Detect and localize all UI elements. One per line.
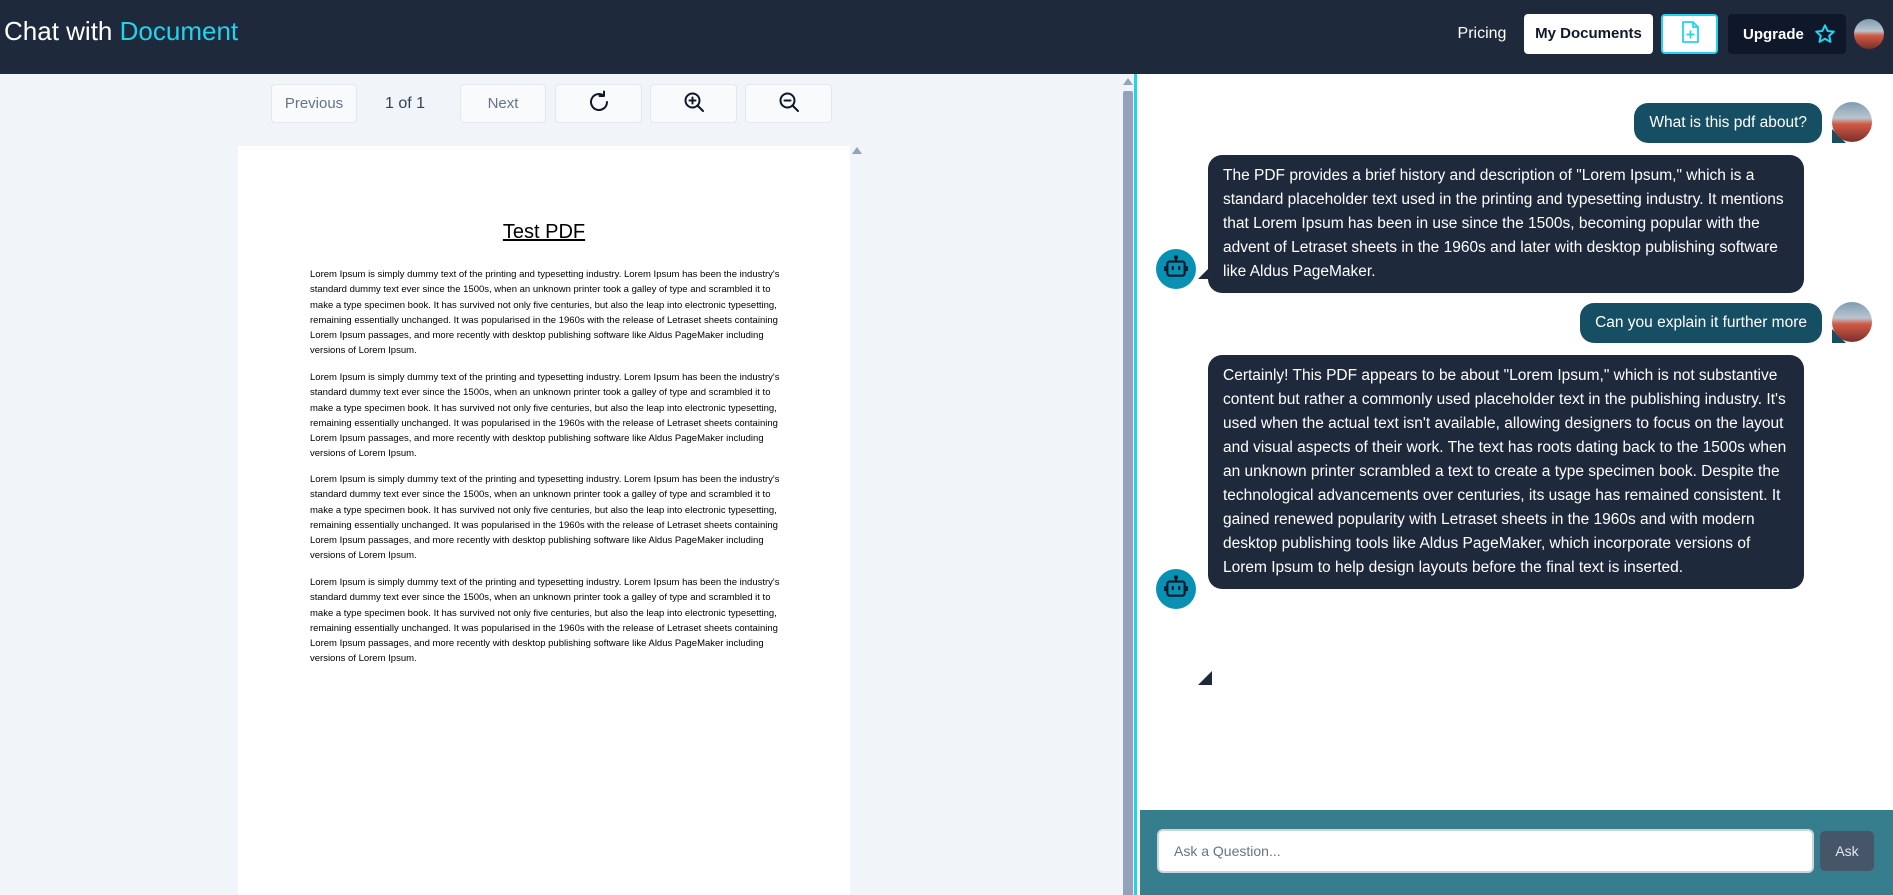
app-brand[interactable]: Chat with Document (4, 16, 238, 47)
pdf-paragraph: Lorem Ipsum is simply dummy text of the … (310, 269, 780, 357)
previous-page-button[interactable]: Previous (271, 84, 357, 123)
chat-panel: What is this pdf about? The PDF provides… (1134, 74, 1893, 895)
bot-message: Certainly! This PDF appears to be about … (1208, 355, 1804, 589)
user-avatar (1832, 302, 1872, 342)
my-documents-button[interactable]: My Documents (1524, 14, 1653, 54)
scrollbar-thumb[interactable] (1123, 91, 1133, 895)
pdf-viewer: Previous 1 of 1 Next Test PDF Lorem Ipsu… (0, 74, 1122, 895)
upgrade-button[interactable]: Upgrade (1728, 14, 1846, 54)
pdf-scroll-up-arrow[interactable] (852, 147, 862, 154)
pricing-link[interactable]: Pricing (1447, 14, 1517, 54)
bot-avatar (1156, 249, 1196, 289)
upload-document-button[interactable] (1661, 14, 1718, 54)
bot-bubble-tail (1198, 671, 1212, 685)
question-input-bar: Ask (1140, 810, 1893, 895)
user-avatar[interactable] (1854, 19, 1884, 49)
scroll-up-arrow[interactable] (1123, 78, 1133, 85)
user-avatar (1832, 102, 1872, 142)
star-icon (1814, 23, 1836, 45)
pdf-title: Test PDF (502, 221, 586, 243)
zoom-out-button[interactable] (745, 84, 832, 123)
user-message: What is this pdf about? (1634, 103, 1822, 143)
zoom-out-icon (777, 90, 801, 118)
zoom-in-button[interactable] (650, 84, 737, 123)
bot-message: The PDF provides a brief history and des… (1208, 155, 1804, 293)
pdf-paragraph: Lorem Ipsum is simply dummy text of the … (310, 577, 780, 665)
robot-icon (1163, 254, 1189, 285)
pdf-paragraph: Lorem Ipsum is simply dummy text of the … (310, 474, 780, 562)
zoom-in-icon (682, 90, 706, 118)
user-message: Can you explain it further more (1580, 303, 1822, 343)
page-indicator: 1 of 1 (384, 95, 426, 112)
upgrade-label: Upgrade (1743, 25, 1804, 43)
ask-button[interactable]: Ask (1820, 831, 1874, 871)
top-navbar: Chat with Document Pricing My Documents … (0, 0, 1893, 74)
question-input[interactable] (1157, 829, 1814, 873)
bot-avatar (1156, 569, 1196, 609)
robot-icon (1163, 574, 1189, 605)
pdf-scrollbar[interactable] (1121, 74, 1135, 895)
brand-prefix: Chat with (4, 16, 113, 46)
pdf-paragraph: Lorem Ipsum is simply dummy text of the … (310, 372, 780, 460)
brand-accent: Document (119, 16, 239, 46)
pdf-page: Test PDF Lorem Ipsum is simply dummy tex… (238, 146, 850, 895)
bot-bubble-tail (1198, 265, 1212, 279)
next-page-button[interactable]: Next (460, 84, 546, 123)
file-plus-icon (1680, 20, 1700, 48)
refresh-icon (587, 90, 611, 118)
rotate-button[interactable] (555, 84, 642, 123)
